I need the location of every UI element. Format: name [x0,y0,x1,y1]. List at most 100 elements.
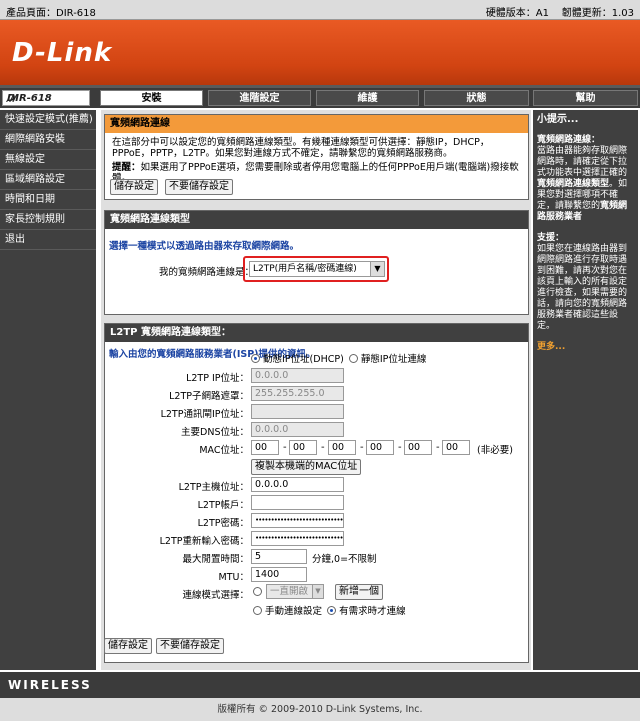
mac-octet-3[interactable]: 00 [328,440,356,455]
chevron-down-icon: ▼ [312,585,323,598]
footer-bar: WIRELESS [0,672,640,698]
sidebar: 快速設定模式(推薦) 網際網路安裝 無線設定 區域網路設定 時間和日期 家長控制… [0,110,96,670]
mac-octet-2[interactable]: 00 [289,440,317,455]
mac-octet-6[interactable]: 00 [442,440,470,455]
mac-separator: - [283,442,287,453]
idle-time-unit: 分鐘,0=不限制 [312,554,377,565]
save-settings-button[interactable]: 儲存設定 [110,179,158,195]
more-link[interactable]: 更多... [537,342,634,353]
on-demand-label: 有需求時才連線 [339,606,406,617]
sidebar-item-time[interactable]: 時間和日期 [0,190,96,210]
hint-heading-support: 支援： [537,233,565,243]
hints-title: 小提示... [537,114,579,125]
l2tp-account-label: L2TP帳戶： [197,500,249,511]
product-page-label: 產品頁面：DIR-618 [6,8,96,19]
l2tp-password-input[interactable]: •••••••••••••••••••••••••••• [251,513,344,528]
hint-heading-wan: 寬頻網路連線： [537,135,601,145]
mac-separator: - [321,442,325,453]
wan-section-title: 寬頻網路連線 [105,115,528,133]
sidebar-item-internet[interactable]: 網際網路安裝 [0,130,96,150]
sidebar-item-wireless[interactable]: 無線設定 [0,150,96,170]
l2tp-repassword-label: L2TP重新輸入密碼： [159,536,249,547]
connect-mode-label: 連線模式選擇： [182,590,249,601]
tab-advanced[interactable]: 進階設定 [208,90,311,106]
mac-separator: - [436,442,440,453]
chevron-down-icon: ▼ [370,262,384,276]
l2tp-account-input[interactable] [251,495,344,510]
firmware-version: 韌體更新：1.03 [561,8,634,19]
tab-help[interactable]: 幫助 [533,90,638,106]
hint-text-b: 寬頻網路連線類型 [537,179,610,189]
tab-status[interactable]: 狀態 [424,90,529,106]
l2tp-mask-input[interactable]: 255.255.255.0 [251,386,344,401]
sidebar-item-parental[interactable]: 家長控制規則 [0,210,96,230]
bottom-save-button[interactable]: 儲存設定 [104,638,152,654]
wireless-logo: WIRELESS [8,678,92,692]
schedule-select[interactable]: 一直開啟 ▼ [266,584,324,599]
l2tp-ip-input[interactable]: 0.0.0.0 [251,368,344,383]
dynamic-ip-label: 動態IP位址(DHCP) [263,354,344,365]
dynamic-ip-radio[interactable] [251,354,260,363]
l2tp-server-label: L2TP主機位址： [178,482,249,493]
l2tp-server-input[interactable]: 0.0.0.0 [251,477,344,492]
manual-connect-label: 手動連線設定 [265,606,323,617]
static-ip-label: 靜態IP位址連線 [360,354,427,365]
connect-mode-radios: 手動連線設定 有需求時才連線 [253,603,406,617]
l2tp-section: L2TP 寬頻網路連線類型： 輸入由您的寬頻網路服務業者(ISP)提供的資訊。 … [104,323,529,663]
hints-panel: 小提示... 寬頻網路連線： 當路由器能夠存取網際網路時，請確定從下拉式功能表中… [533,110,638,670]
l2tp-ip-label: L2TP IP位址： [186,373,249,384]
top-info-bar: 產品頁面：DIR-618 硬體版本：A1 韌體更新：1.03 [0,0,640,20]
connection-type-section: 寬頻網路連線類型 選擇一種模式以透過路由器來存取網際網路。 我的寬頻網路連線是：… [104,210,529,315]
connection-type-prompt: 選擇一種模式以透過路由器來存取網際網路。 [109,241,300,252]
l2tp-repassword-input[interactable]: •••••••••••••••••••••••••••• [251,531,344,546]
tab-maintenance[interactable]: 維護 [316,90,419,106]
l2tp-gateway-input[interactable] [251,404,344,419]
wan-description: 在這部分中可以設定您的寬頻網路連線類型。有幾種連線類型可供選擇：靜態IP，DHC… [112,137,490,159]
header-banner: D-Link [0,20,640,88]
copyright: 版權所有 © 2009-2010 D-Link Systems, Inc. [0,698,640,721]
connection-type-title: 寬頻網路連線類型 [105,211,528,229]
idle-time-input[interactable]: 5 [251,549,307,564]
static-ip-radio[interactable] [348,354,358,363]
on-demand-radio[interactable] [327,606,337,615]
mac-optional-note: (非必要) [477,445,513,456]
connection-type-value: L2TP(用戶名稱/密碼連線) [253,264,357,274]
mtu-input[interactable]: 1400 [251,567,307,582]
mac-separator: - [398,442,402,453]
sidebar-item-lan[interactable]: 區域網路設定 [0,170,96,190]
l2tp-password-label: L2TP密碼： [197,518,249,529]
l2tp-mask-label: L2TP子網路遮罩： [169,391,249,402]
idle-time-label: 最大閒置時間： [182,554,249,565]
dns-input[interactable]: 0.0.0.0 [251,422,344,437]
dlink-logo: D-Link [12,38,113,68]
mac-octet-1[interactable]: 00 [251,440,279,455]
clone-mac-button[interactable]: 複製本機端的MAC位址 [251,459,362,475]
l2tp-title: L2TP 寬頻網路連線類型： [105,324,528,342]
mac-label: MAC位址： [199,445,249,456]
hint-text-a: 當路由器能夠存取網際網路時，請確定從下拉式功能表中選擇正確的 [537,146,628,178]
bottom-dont-save-button[interactable]: 不要儲存設定 [156,638,224,654]
hint-paragraph-support: 如果您在連線路由器到網際網路進行存取時遇到困難，請再次對您在該頁上輸入的所有設定… [537,244,628,331]
wan-note-label: 提醒： [112,162,141,173]
tab-setup[interactable]: 安裝 [100,90,203,106]
page: 產品頁面：DIR-618 硬體版本：A1 韌體更新：1.03 D-Link DI… [0,0,640,721]
version-info: 硬體版本：A1 韌體更新：1.03 [486,4,634,19]
slashes-decoration: / / / [7,93,17,104]
manual-connect-radio[interactable] [253,606,262,615]
mac-separator: - [360,442,364,453]
l2tp-gateway-label: L2TP通訊閘IP位址： [160,409,249,420]
connection-type-select[interactable]: L2TP(用戶名稱/密碼連線) ▼ [249,261,385,277]
connection-type-label: 我的寬頻網路連線是： [159,267,255,278]
dont-save-button[interactable]: 不要儲存設定 [165,179,233,195]
mac-octet-4[interactable]: 00 [366,440,394,455]
model-badge: DIR-618 / / / [2,90,90,106]
add-new-schedule-button[interactable]: 新增一個 [335,584,383,600]
hint-paragraph-wan: 當路由器能夠存取網際網路時，請確定從下拉式功能表中選擇正確的寬頻網路連線類型。如… [537,146,634,223]
sidebar-item-quick-setup[interactable]: 快速設定模式(推薦) [0,110,96,130]
hardware-version: 硬體版本：A1 [485,8,550,19]
dns-label: 主要DNS位址： [181,427,249,438]
always-on-radio[interactable] [253,587,262,596]
sidebar-item-logout[interactable]: 退出 [0,230,96,250]
mac-octet-5[interactable]: 00 [404,440,432,455]
ip-mode-radios: 動態IP位址(DHCP) 靜態IP位址連線 [251,351,426,365]
